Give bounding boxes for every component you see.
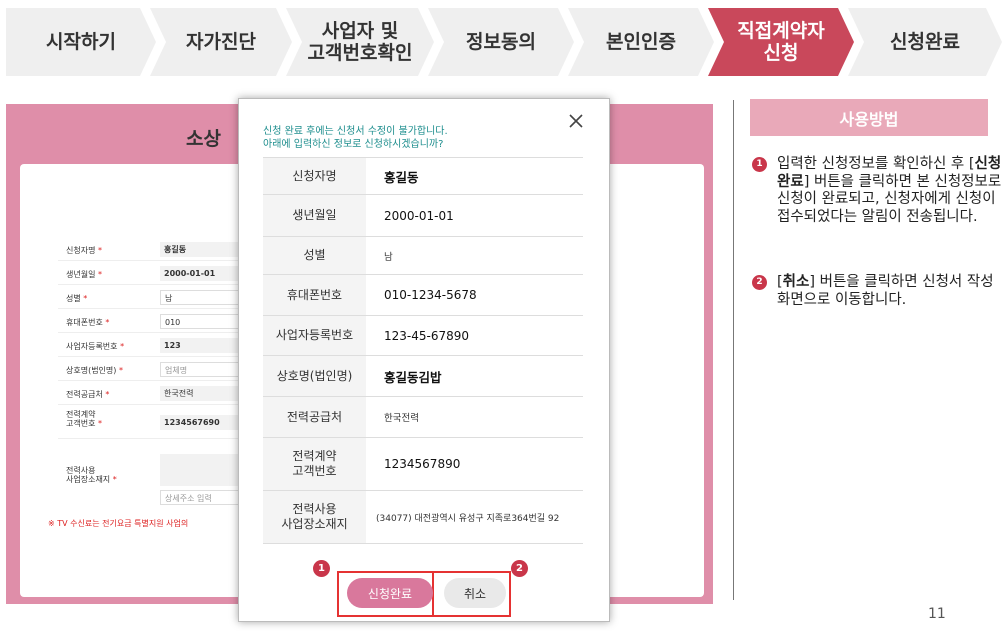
form-row: 전력계약 고객번호 * 1234567690 <box>58 408 258 439</box>
form-row: 전력사용 사업장소재지 * 상세주소 입력 <box>58 452 258 506</box>
table-row: 생년월일 2000-01-01 <box>263 194 583 236</box>
divider <box>733 100 734 600</box>
table-row: 전력사용 사업장소재지 (34077) 대전광역시 유성구 지족로364번길 92 <box>263 490 583 544</box>
table-row: 상호명(법인명) 홍길동김밥 <box>263 355 583 396</box>
form-row: 사업자등록번호 * 123 <box>58 336 258 357</box>
step-complete: 신청완료 <box>848 8 1002 76</box>
guide-item-2: 2 [취소] 버튼을 클릭하면 신청서 작성 화면으로 이동합니다. <box>752 274 1002 309</box>
form-row: 휴대폰번호 * 010 <box>58 312 258 333</box>
table-row: 전력공급처 한국전력 <box>263 396 583 437</box>
form-row: 신청자명 * 홍길동 <box>58 240 258 261</box>
table-row: 성별 남 <box>263 236 583 274</box>
table-row: 휴대폰번호 010-1234-5678 <box>263 274 583 315</box>
page-number: 11 <box>928 606 946 622</box>
step-identity-verification: 본인인증 <box>568 8 714 76</box>
cancel-button[interactable]: 취소 <box>444 578 506 608</box>
modal-message: 신청 완료 후에는 신청서 수정이 불가합니다. 아래에 입력하신 정보로 신청… <box>263 126 448 150</box>
form-row: 성별 * 남 <box>58 288 258 309</box>
submit-application-button[interactable]: 신청완료 <box>347 578 433 608</box>
guide-item-1: 1 입력한 신청정보를 확인하신 후 [신청완료] 버튼을 클릭하면 본 신청정… <box>752 156 1002 226</box>
step-start: 시작하기 <box>6 8 156 76</box>
form-row: 생년월일 * 2000-01-01 <box>58 264 258 285</box>
table-row: 사업자등록번호 123-45-67890 <box>263 315 583 355</box>
table-row: 신청자명 홍길동 <box>263 157 583 194</box>
form-row: 상호명(법인명) * 업체명 <box>58 360 258 381</box>
callout-marker-1: 1 <box>313 560 330 577</box>
guide-title: 사용방법 <box>750 99 988 136</box>
step-direct-contract-apply: 직접계약자 신청 <box>708 8 854 76</box>
guide-number-1: 1 <box>752 157 767 172</box>
confirm-modal: 신청 완료 후에는 신청서 수정이 불가합니다. 아래에 입력하신 정보로 신청… <box>238 98 610 622</box>
step-progress-bar: 시작하기 자가진단 사업자 및 고객번호확인 정보동의 본인인증 직접계약자 신… <box>6 8 1002 76</box>
confirm-info-table: 신청자명 홍길동 생년월일 2000-01-01 성별 남 휴대폰번호 010-1234… <box>263 157 583 544</box>
table-row: 전력계약 고객번호 1234567890 <box>263 437 583 490</box>
tv-fee-note: ※ TV 수신료는 전기요금 특별지원 사업의 <box>48 519 189 528</box>
form-row: 전력공급처 * 한국전력 <box>58 384 258 405</box>
step-business-check: 사업자 및 고객번호확인 <box>286 8 434 76</box>
step-info-consent: 정보동의 <box>428 8 574 76</box>
guide-number-2: 2 <box>752 275 767 290</box>
step-self-diagnosis: 자가진단 <box>150 8 292 76</box>
close-icon[interactable] <box>566 111 586 131</box>
callout-marker-2: 2 <box>511 560 528 577</box>
form-title: 소상 <box>186 128 221 150</box>
